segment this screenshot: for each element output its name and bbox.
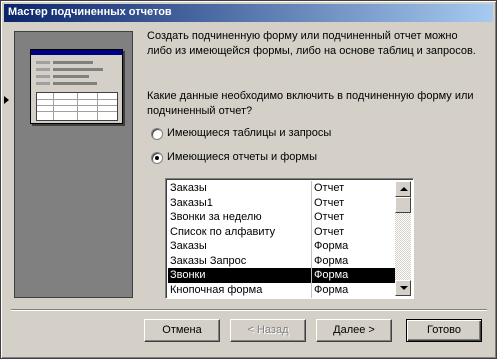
report-preview-thumbnail [30,49,123,124]
objects-listbox[interactable]: Заказы Отчет Заказы1 Отчет Звонки за неделю О… [165,178,414,299]
radio-label: Имеющиеся отчеты и формы [167,151,318,163]
radio-selected-icon [151,152,163,164]
radio-icon [151,128,163,140]
list-item-type: Форма [314,269,349,281]
intro-text: Создать подчиненную форму или подчиненны… [147,29,476,59]
list-item[interactable]: Заказы Форма [168,239,397,254]
list-item-type: Отчет [314,211,345,223]
intro-line-1: Создать подчиненную форму или подчиненны… [147,30,458,42]
list-item-type: Форма [314,283,349,296]
list-item-name: Заказы1 [170,196,213,209]
list-item[interactable]: Звонки за неделю Отчет [168,210,397,225]
list-item[interactable]: Звонки Форма [168,268,397,283]
list-item-name: Список по алфавиту [170,225,276,238]
list-item-name: Звонки [170,269,206,281]
next-button[interactable]: Далее > [316,319,392,342]
list-item[interactable]: Список по алфавиту Отчет [168,224,397,239]
list-item-name: Заказы Запрос [170,254,247,267]
list-item-name: К... [170,297,310,298]
intro-line-2: либо из имеющейся формы, либо на основе … [147,45,476,57]
objects-list: Заказы Отчет Заказы1 Отчет Звонки за неделю О… [168,181,397,298]
scroll-down-button[interactable] [395,280,411,296]
list-item-name: Заказы [170,240,207,252]
back-button[interactable]: < Назад [230,319,306,342]
list-item-type: Форма [314,254,349,267]
preview-panel [14,31,133,298]
arrow-up-icon [400,187,408,191]
list-item-name: Кнопочная форма [170,283,263,296]
list-item[interactable]: Заказы1 Отчет [168,195,397,210]
scroll-thumb[interactable] [395,197,411,213]
list-item-type: Отчет [314,196,345,209]
title-bar[interactable]: Мастер подчиненных отчетов [4,4,493,22]
list-item-type: Ф... [314,297,332,298]
list-item-name: Звонки за неделю [170,211,262,223]
vertical-scrollbar[interactable] [395,181,411,296]
list-item[interactable]: Заказы Запрос Форма [168,253,397,268]
question-line-2: подчиненный отчет? [147,105,253,117]
row-pointer-icon [4,96,9,104]
list-item[interactable]: К... Ф... [168,297,397,298]
finish-button[interactable]: Готово [406,319,482,342]
divider [11,309,487,311]
list-item-type: Форма [314,240,349,252]
scroll-up-button[interactable] [395,181,411,197]
list-item-type: Отчет [314,225,345,238]
list-item[interactable]: Кнопочная форма Форма [168,282,397,297]
arrow-down-icon [400,286,408,290]
list-item[interactable]: Заказы Отчет [168,181,397,196]
cancel-button[interactable]: Отмена [144,319,220,342]
radio-label: Имеющиеся таблицы и запросы [167,127,332,139]
question-text: Какие данные необходимо включить в подчи… [147,89,474,119]
wizard-dialog: Мастер подчиненных отчетов Создать подчи… [0,0,497,359]
window-title: Мастер подчиненных отчетов [8,6,172,18]
list-item-name: Заказы [170,182,207,194]
list-item-type: Отчет [314,182,345,194]
question-line-1: Какие данные необходимо включить в подчи… [147,90,474,102]
